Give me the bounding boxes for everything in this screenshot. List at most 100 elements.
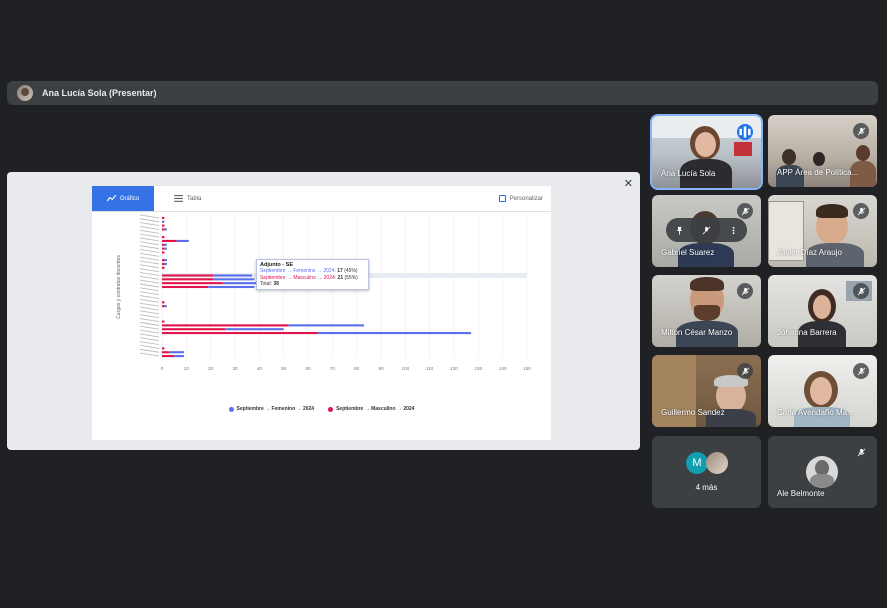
y-tick-label — [139, 302, 160, 307]
tooltip-line2-pct: (55%) — [344, 274, 358, 281]
legend-item-masculino[interactable]: Septiembre → Masculino → 2024 — [328, 406, 414, 412]
x-tick-label: 50 — [281, 366, 287, 371]
y-tick-label — [139, 279, 160, 284]
legend-dot — [328, 406, 334, 412]
mute-icon[interactable] — [700, 223, 714, 237]
bar-masculino — [162, 320, 165, 323]
legend-label: Septiembre → Masculino → 2024 — [336, 406, 415, 412]
participant-name: APP Área de Política... — [777, 168, 859, 177]
bar-femenino — [208, 285, 255, 289]
participant-tile[interactable]: Carla Avendaño Ma... — [768, 355, 877, 427]
y-tick-label — [139, 252, 160, 257]
bar-masculino — [162, 274, 214, 277]
y-tick-label — [139, 295, 160, 299]
list-icon — [174, 195, 183, 202]
tooltip-line2-value: 21 — [337, 274, 344, 281]
y-tick-label — [139, 321, 160, 326]
participant-name: Guillermo Sandez — [661, 408, 725, 417]
participant-tile[interactable]: Ale Belmonte — [768, 436, 877, 508]
y-tick-label — [139, 241, 160, 246]
tooltip-line1-label: Septiembre → Femenino → 2024: — [260, 268, 336, 275]
y-tick-label — [139, 306, 160, 311]
y-tick-label — [139, 272, 160, 276]
chart-card: Gráfico Tabla Personalizar 0 10 20 30 40 50 60… — [92, 186, 551, 440]
legend-label: Septiembre → Femenino → 2024 — [236, 406, 315, 412]
x-tick-label: 100 — [401, 366, 409, 371]
bar-masculino — [162, 224, 165, 227]
bar-masculino — [162, 355, 175, 358]
customize-icon — [498, 195, 506, 202]
shared-screen: ✕ Gráfico Tabla Personalizar 0 10 20 30 40 50… — [7, 172, 640, 450]
bar-masculino — [162, 331, 318, 335]
participant-tile[interactable]: Ana Lucía Sola — [650, 114, 763, 190]
bar-femenino — [213, 274, 253, 277]
tab-tabla[interactable]: Tabla — [174, 186, 201, 211]
y-tick-label — [139, 329, 160, 334]
y-tick-label — [139, 291, 160, 296]
mic-off-icon — [853, 203, 869, 219]
bar-femenino — [164, 247, 167, 250]
bar-masculino — [162, 259, 165, 262]
bar-masculino — [162, 328, 226, 331]
avatar — [806, 456, 838, 488]
y-tick-label — [139, 249, 160, 253]
x-tick-label: 70 — [330, 366, 336, 371]
bar-masculino — [162, 228, 165, 231]
participant-tile[interactable]: Gabriel Suarez — [652, 195, 761, 267]
tile-controls — [666, 218, 747, 242]
bar-femenino — [164, 305, 167, 308]
tooltip-line1-pct: (45%) — [344, 268, 358, 275]
x-tick-label: 60 — [305, 366, 311, 371]
y-tick-label — [139, 225, 160, 230]
tab-grafico-label: Gráfico — [119, 195, 140, 202]
tooltip-total-value: 38 — [273, 280, 279, 287]
participant-tile[interactable]: Johanna Barrera — [768, 275, 877, 347]
tooltip-total-label: Total: — [260, 280, 272, 287]
y-tick-label — [139, 245, 160, 250]
y-tick-label — [139, 333, 160, 338]
chart-legend: Septiembre → Femenino → 2024 Septiembre … — [92, 406, 551, 412]
more-options-icon[interactable] — [727, 223, 741, 237]
x-tick-label: 20 — [208, 366, 214, 371]
participant-name: Carla Avendaño Ma... — [777, 408, 854, 417]
bar-femenino — [225, 328, 284, 331]
presenter-name: Ana Lucía Sola (Presentar) — [42, 88, 157, 98]
participant-tile[interactable]: Guillermo Sandez — [652, 355, 761, 427]
y-tick-label — [139, 268, 160, 273]
bar-femenino — [162, 220, 165, 223]
tab-grafico[interactable]: Gráfico — [92, 186, 154, 211]
bar-femenino — [176, 239, 189, 243]
bar-masculino — [162, 247, 165, 250]
x-tick-label: 130 — [474, 366, 482, 371]
bar-femenino — [169, 351, 184, 354]
bar-femenino — [213, 278, 255, 281]
close-icon[interactable]: ✕ — [624, 177, 633, 190]
bar-femenino — [164, 259, 167, 262]
bar-masculino — [162, 301, 165, 304]
y-tick-label — [139, 314, 160, 319]
participant-tile[interactable]: APP Área de Política... — [768, 115, 877, 187]
mic-off-icon — [737, 363, 753, 379]
presenter-bar: Ana Lucía Sola (Presentar) — [7, 81, 878, 105]
x-tick-label: 90 — [378, 366, 384, 371]
y-tick-label — [139, 233, 160, 238]
bar-femenino — [164, 243, 167, 246]
participant-tile[interactable]: Javier Díaz Araujo — [768, 195, 877, 267]
more-participants-label: 4 más — [695, 483, 718, 492]
y-tick-label — [139, 298, 160, 303]
y-tick-label — [139, 260, 160, 265]
more-participants-tile[interactable]: M 4 más — [652, 436, 761, 508]
participant-tile[interactable]: Milton César Manzo — [652, 275, 761, 347]
y-tick-label — [139, 348, 160, 353]
bar-masculino — [162, 251, 165, 254]
legend-item-femenino[interactable]: Septiembre → Femenino → 2024 — [228, 406, 315, 412]
participant-name: Johanna Barrera — [777, 328, 837, 337]
bar-masculino — [162, 216, 165, 219]
avatar — [706, 452, 728, 474]
mic-off-icon — [737, 203, 753, 219]
trend-icon — [106, 195, 116, 202]
pin-icon[interactable] — [673, 223, 687, 237]
chart-tooltip: Adjunto - SE Septiembre → Femenino → 202… — [256, 259, 369, 290]
y-tick-label — [139, 318, 160, 322]
personalizar-button[interactable]: Personalizar — [498, 186, 543, 211]
